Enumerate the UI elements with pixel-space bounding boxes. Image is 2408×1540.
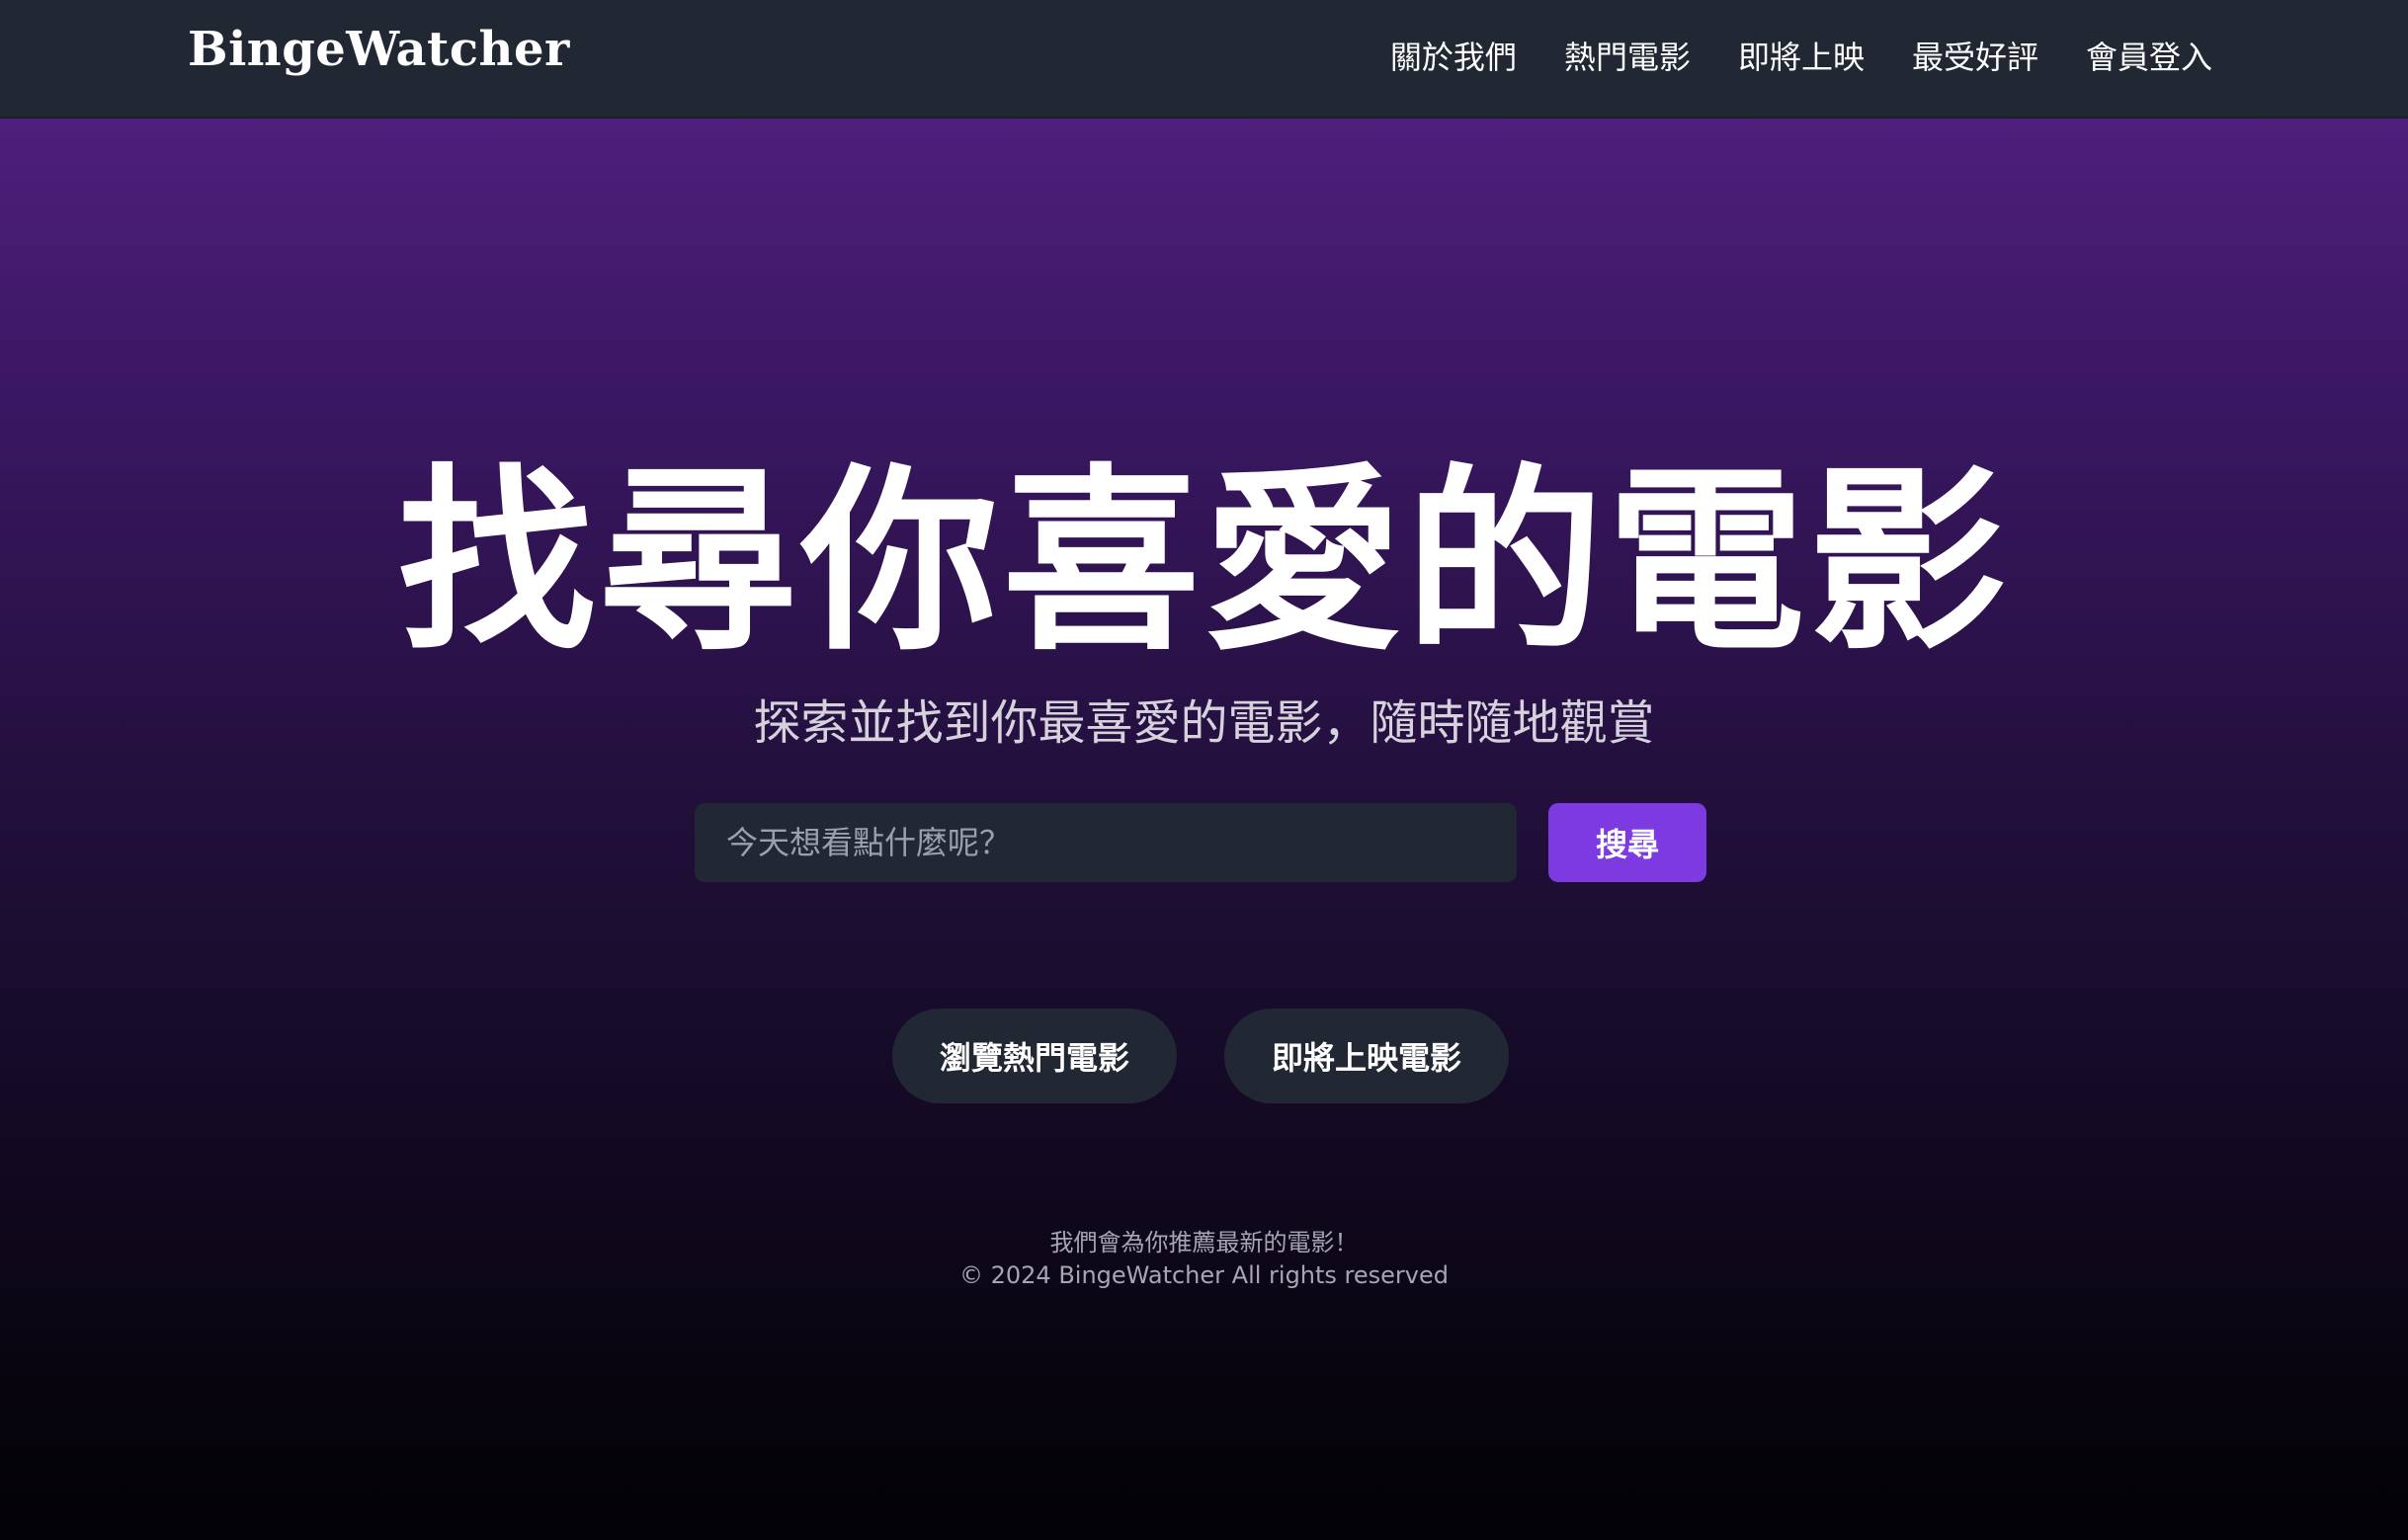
hero-title: 找尋你喜愛的電影	[397, 447, 2011, 678]
nav-link-upcoming[interactable]: 即將上映	[1738, 33, 1865, 78]
nav-links: 關於我們 熱門電影 即將上映 最受好評 會員登入	[1390, 0, 2212, 111]
nav-link-popular[interactable]: 熱門電影	[1564, 33, 1691, 78]
brand-logo[interactable]: BingeWatcher	[188, 22, 570, 77]
search-button[interactable]: 搜尋	[1548, 803, 1706, 882]
nav-link-about[interactable]: 關於我們	[1390, 33, 1517, 78]
browse-popular-button[interactable]: 瀏覽熱門電影	[892, 1009, 1177, 1103]
navbar: BingeWatcher 關於我們 熱門電影 即將上映 最受好評 會員登入	[0, 0, 2408, 119]
footer: 我們會為你推薦最新的電影！ © 2024 BingeWatcher All ri…	[0, 1227, 2408, 1292]
upcoming-movies-button[interactable]: 即將上映電影	[1224, 1009, 1509, 1103]
footer-copyright: © 2024 BingeWatcher All rights reserved	[958, 1261, 1449, 1289]
nav-link-top-rated[interactable]: 最受好評	[1912, 33, 2038, 78]
nav-link-login[interactable]: 會員登入	[2086, 33, 2212, 78]
search-input[interactable]	[695, 803, 1517, 882]
hero-subtitle: 探索並找到你最喜愛的電影，隨時隨地觀賞	[753, 695, 1655, 751]
footer-tagline: 我們會為你推薦最新的電影！	[1049, 1229, 1359, 1256]
